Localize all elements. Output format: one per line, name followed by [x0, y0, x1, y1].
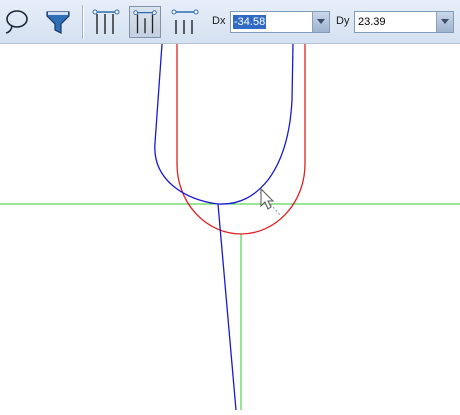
filter-button[interactable] [42, 6, 74, 38]
blue-u-curve [154, 43, 294, 205]
vertical-lines-bracket-icon [133, 10, 157, 34]
blue-stem-line [217, 203, 237, 411]
vertical-lines-top-icon [92, 9, 120, 34]
dx-combobox[interactable]: -34.58 [230, 11, 330, 33]
canvas-drawing [0, 43, 460, 411]
red-u-curve [176, 44, 306, 235]
dx-value[interactable]: -34.58 [233, 15, 267, 29]
lasso-icon [5, 10, 28, 34]
toolbar: Dx -34.58 Dy 23.39 [0, 0, 460, 44]
lasso-select-button[interactable] [2, 6, 34, 38]
vertical-lines-dashed-icon [171, 9, 199, 34]
toolbar-separator [82, 5, 84, 39]
filter-funnel-icon [46, 11, 70, 34]
dy-label: Dy [336, 15, 350, 27]
chevron-down-icon[interactable] [436, 12, 453, 32]
chevron-down-icon[interactable] [312, 12, 329, 32]
align-top-button[interactable] [90, 6, 122, 38]
dy-value[interactable]: 23.39 [357, 15, 387, 29]
mouse-cursor-icon [260, 187, 275, 210]
dx-label: Dx [212, 15, 226, 27]
dy-combobox[interactable]: 23.39 [354, 11, 454, 33]
drawing-canvas[interactable] [0, 43, 460, 411]
align-bracket-button[interactable] [129, 6, 161, 38]
align-dashed-button[interactable] [169, 6, 201, 38]
